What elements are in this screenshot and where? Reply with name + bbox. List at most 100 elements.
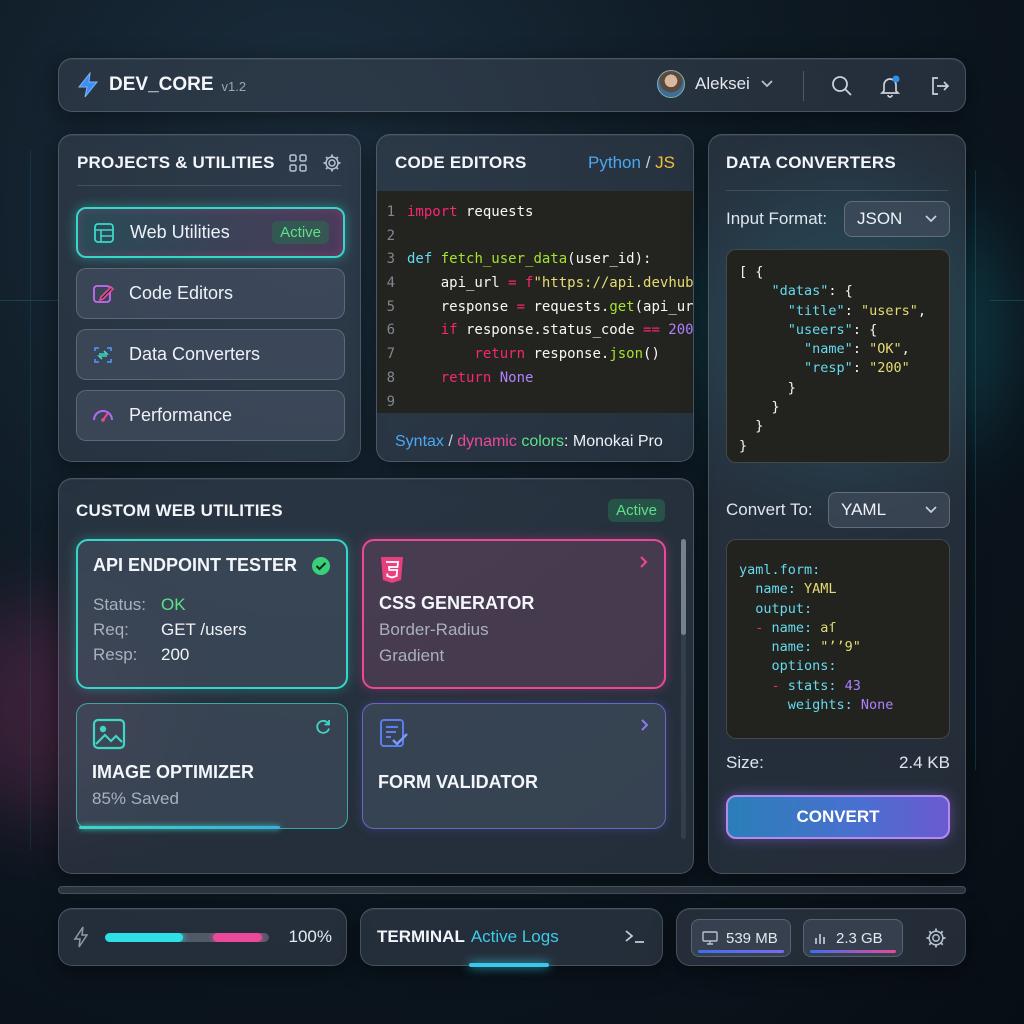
response-value: 200 xyxy=(161,644,190,664)
output-format-value: YAML xyxy=(841,500,887,519)
input-format-label: Input Format: xyxy=(726,209,828,228)
chevron-down-icon xyxy=(925,215,937,223)
code-line: 2 xyxy=(377,227,693,252)
line-number: 8 xyxy=(386,369,395,386)
app-name: DEV_CORE xyxy=(109,74,214,95)
background-line xyxy=(30,150,31,850)
brand: DEV_CORE v1.2 xyxy=(77,72,246,98)
terminal-icon[interactable] xyxy=(624,929,646,945)
css-generator-card[interactable]: CSS GENERATOR Border-Radius Gradient xyxy=(362,539,666,689)
chevron-right-icon[interactable] xyxy=(640,718,650,750)
image-optimizer-card[interactable]: IMAGE OPTIMIZER 85% Saved xyxy=(76,703,348,829)
code-line: 6 if response.status_code == 200 xyxy=(377,322,693,346)
line-number: 7 xyxy=(386,346,395,363)
convert-icon xyxy=(91,343,115,367)
css3-icon xyxy=(379,555,405,585)
projects-title: PROJECTS & UTILITIES xyxy=(77,153,275,172)
gear-icon[interactable] xyxy=(322,153,342,173)
storage-value: 2.3 GB xyxy=(836,929,883,947)
chevron-right-icon[interactable] xyxy=(639,555,649,585)
input-format-row: Input Format: JSON xyxy=(726,201,950,237)
app-version: v1.2 xyxy=(221,79,247,94)
line-number: 3 xyxy=(386,251,395,268)
scrollbar-thumb[interactable] xyxy=(681,539,686,635)
user-menu[interactable]: Aleksei xyxy=(657,70,774,98)
card-title: IMAGE OPTIMIZER xyxy=(92,762,254,782)
card-title: FORM VALIDATOR xyxy=(378,772,538,792)
sidebar-item-data-converters[interactable]: Data Converters xyxy=(76,329,345,380)
sidebar-item-label: Code Editors xyxy=(129,283,234,303)
converters-header: DATA CONVERTERS xyxy=(726,135,948,191)
code-area[interactable]: 1 import requests 2 3 def fetch_user_data(… xyxy=(377,191,693,413)
code-line: 5 response = requests. get (api_ur xyxy=(377,299,693,323)
status-label: Status: xyxy=(93,594,146,614)
memory-value: 539 MB xyxy=(726,929,778,947)
json-line: "datas": { xyxy=(771,283,853,300)
monitor-icon xyxy=(702,931,718,945)
output-format-row: Convert To: YAML xyxy=(726,492,950,528)
convert-button[interactable]: CONVERT xyxy=(726,795,950,839)
card-detail: Border-Radius xyxy=(379,620,489,639)
language-selector[interactable]: Python / JS xyxy=(588,153,675,173)
status-value: OK xyxy=(161,594,186,614)
form-validator-card[interactable]: FORM VALIDATOR xyxy=(362,703,666,829)
terminal-subtitle: Active Logs xyxy=(470,927,559,946)
line-number: 2 xyxy=(386,227,395,244)
line-number: 1 xyxy=(386,204,395,220)
line-number: 6 xyxy=(386,322,395,339)
language-js[interactable]: JS xyxy=(655,153,675,172)
sidebar-item-code-editors[interactable]: Code Editors xyxy=(76,268,345,319)
check-circle-icon xyxy=(311,556,331,576)
code-line: 7 return response. json() xyxy=(377,346,693,370)
json-line: } xyxy=(739,379,796,396)
converters-title: DATA CONVERTERS xyxy=(726,152,896,172)
background-line xyxy=(975,170,976,770)
optimization-progress-bar xyxy=(79,826,280,829)
syntax-theme-label: Syntax / dynamic colors: Monokai Pro xyxy=(395,433,663,450)
web-grid-icon xyxy=(92,221,116,245)
size-label: Size: xyxy=(726,753,764,772)
card-title: API ENDPOINT TESTER xyxy=(93,555,298,575)
power-progress-bar xyxy=(105,932,269,942)
web-utilities-header: CUSTOM WEB UTILITIES Active xyxy=(76,499,665,522)
size-row: Size: 2.4 KB xyxy=(726,753,950,773)
sidebar-item-label: Data Converters xyxy=(129,344,261,364)
projects-header: PROJECTS & UTILITIES xyxy=(77,153,342,186)
input-format-select[interactable]: JSON xyxy=(844,201,950,237)
divider xyxy=(803,71,804,101)
bell-icon[interactable] xyxy=(877,73,903,99)
json-line: "title": "users", xyxy=(787,302,926,319)
status-badge: Active xyxy=(608,499,665,522)
code-line: 1 import requests xyxy=(377,204,693,228)
code-editor-panel: CODE EDITORS Python / JS 1 import request… xyxy=(376,134,694,462)
code-line: 3 def fetch_user_data (user_id): xyxy=(377,251,693,275)
refresh-icon[interactable] xyxy=(314,718,332,750)
card-detail: 85% Saved xyxy=(92,789,179,808)
sidebar-item-performance[interactable]: Performance xyxy=(76,390,345,441)
horizontal-scrollbar[interactable] xyxy=(58,886,966,894)
memory-indicator xyxy=(698,950,784,953)
web-utilities-title: CUSTOM WEB UTILITIES xyxy=(76,500,283,520)
sidebar-item-web-utilities[interactable]: Web Utilities Active xyxy=(76,207,345,258)
search-icon[interactable] xyxy=(829,73,855,99)
yaml-output-area[interactable]: yaml.form: name: YAML output: - name: aſ… xyxy=(726,539,950,739)
line-number: 9 xyxy=(386,393,395,410)
lightning-icon xyxy=(73,926,89,948)
card-title: CSS GENERATOR xyxy=(379,593,535,613)
grid-icon[interactable] xyxy=(288,153,308,173)
gear-icon[interactable] xyxy=(925,927,947,949)
language-python[interactable]: Python xyxy=(588,153,641,172)
json-line: "name": "OK", xyxy=(804,341,910,358)
chevron-down-icon xyxy=(925,506,937,514)
power-fill-pink xyxy=(212,932,262,942)
logout-icon[interactable] xyxy=(927,73,953,99)
terminal-panel[interactable]: TERMINAL Active Logs xyxy=(360,908,663,967)
api-tester-card[interactable]: API ENDPOINT TESTER Status: OK Req: GET /u… xyxy=(76,539,348,689)
user-name: Aleksei xyxy=(695,74,750,93)
gauge-icon xyxy=(91,404,115,428)
power-percent: 100% xyxy=(288,927,332,946)
avatar xyxy=(657,70,685,98)
web-utilities-panel: CUSTOM WEB UTILITIES Active API ENDPOINT… xyxy=(58,478,694,874)
output-format-select[interactable]: YAML xyxy=(828,492,950,528)
json-input-area[interactable]: [ { "datas": { "title": "users", "useers… xyxy=(726,249,950,463)
